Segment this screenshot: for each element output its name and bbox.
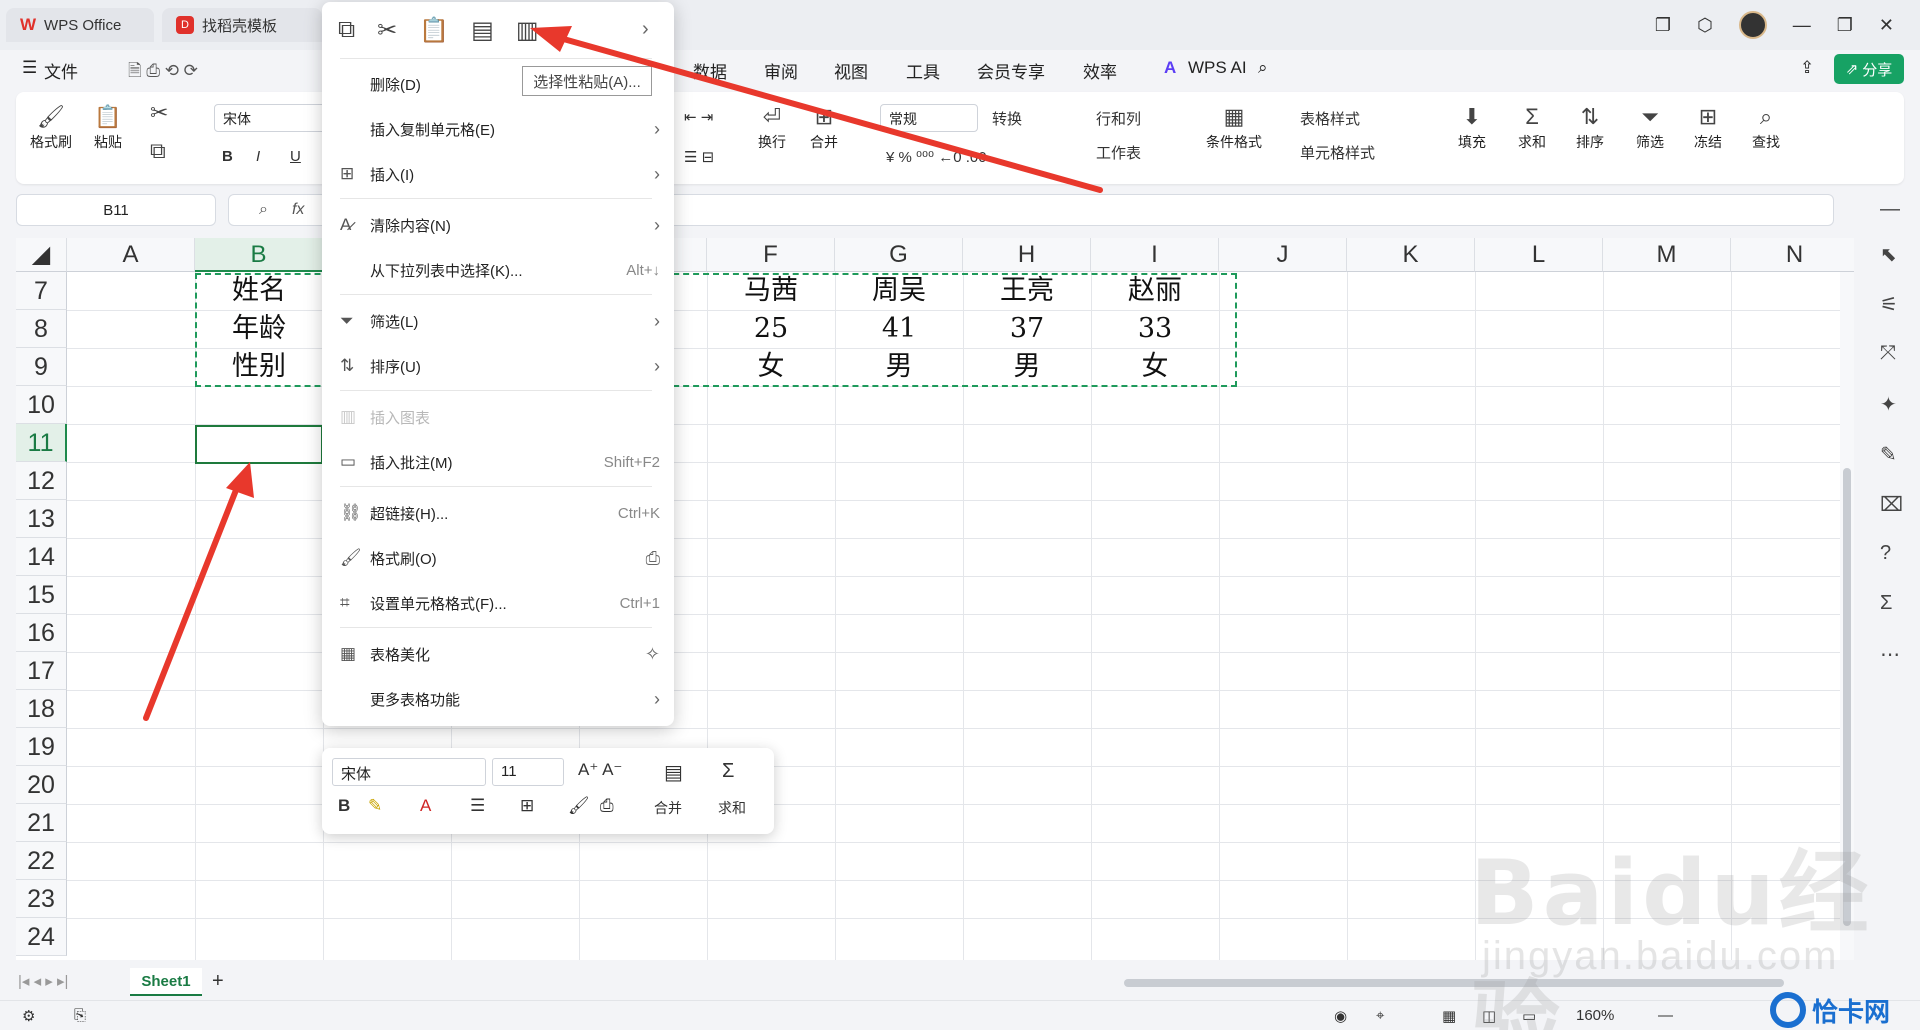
arrow-to-active-cell xyxy=(143,462,254,721)
badge-logo-icon xyxy=(1770,992,1806,1028)
arrow-to-paste-special xyxy=(530,26,1103,193)
qiaka-badge: 恰卡网 xyxy=(1770,990,1920,1030)
baidu-watermark-url: jingyan.baidu.com xyxy=(1482,934,1839,978)
